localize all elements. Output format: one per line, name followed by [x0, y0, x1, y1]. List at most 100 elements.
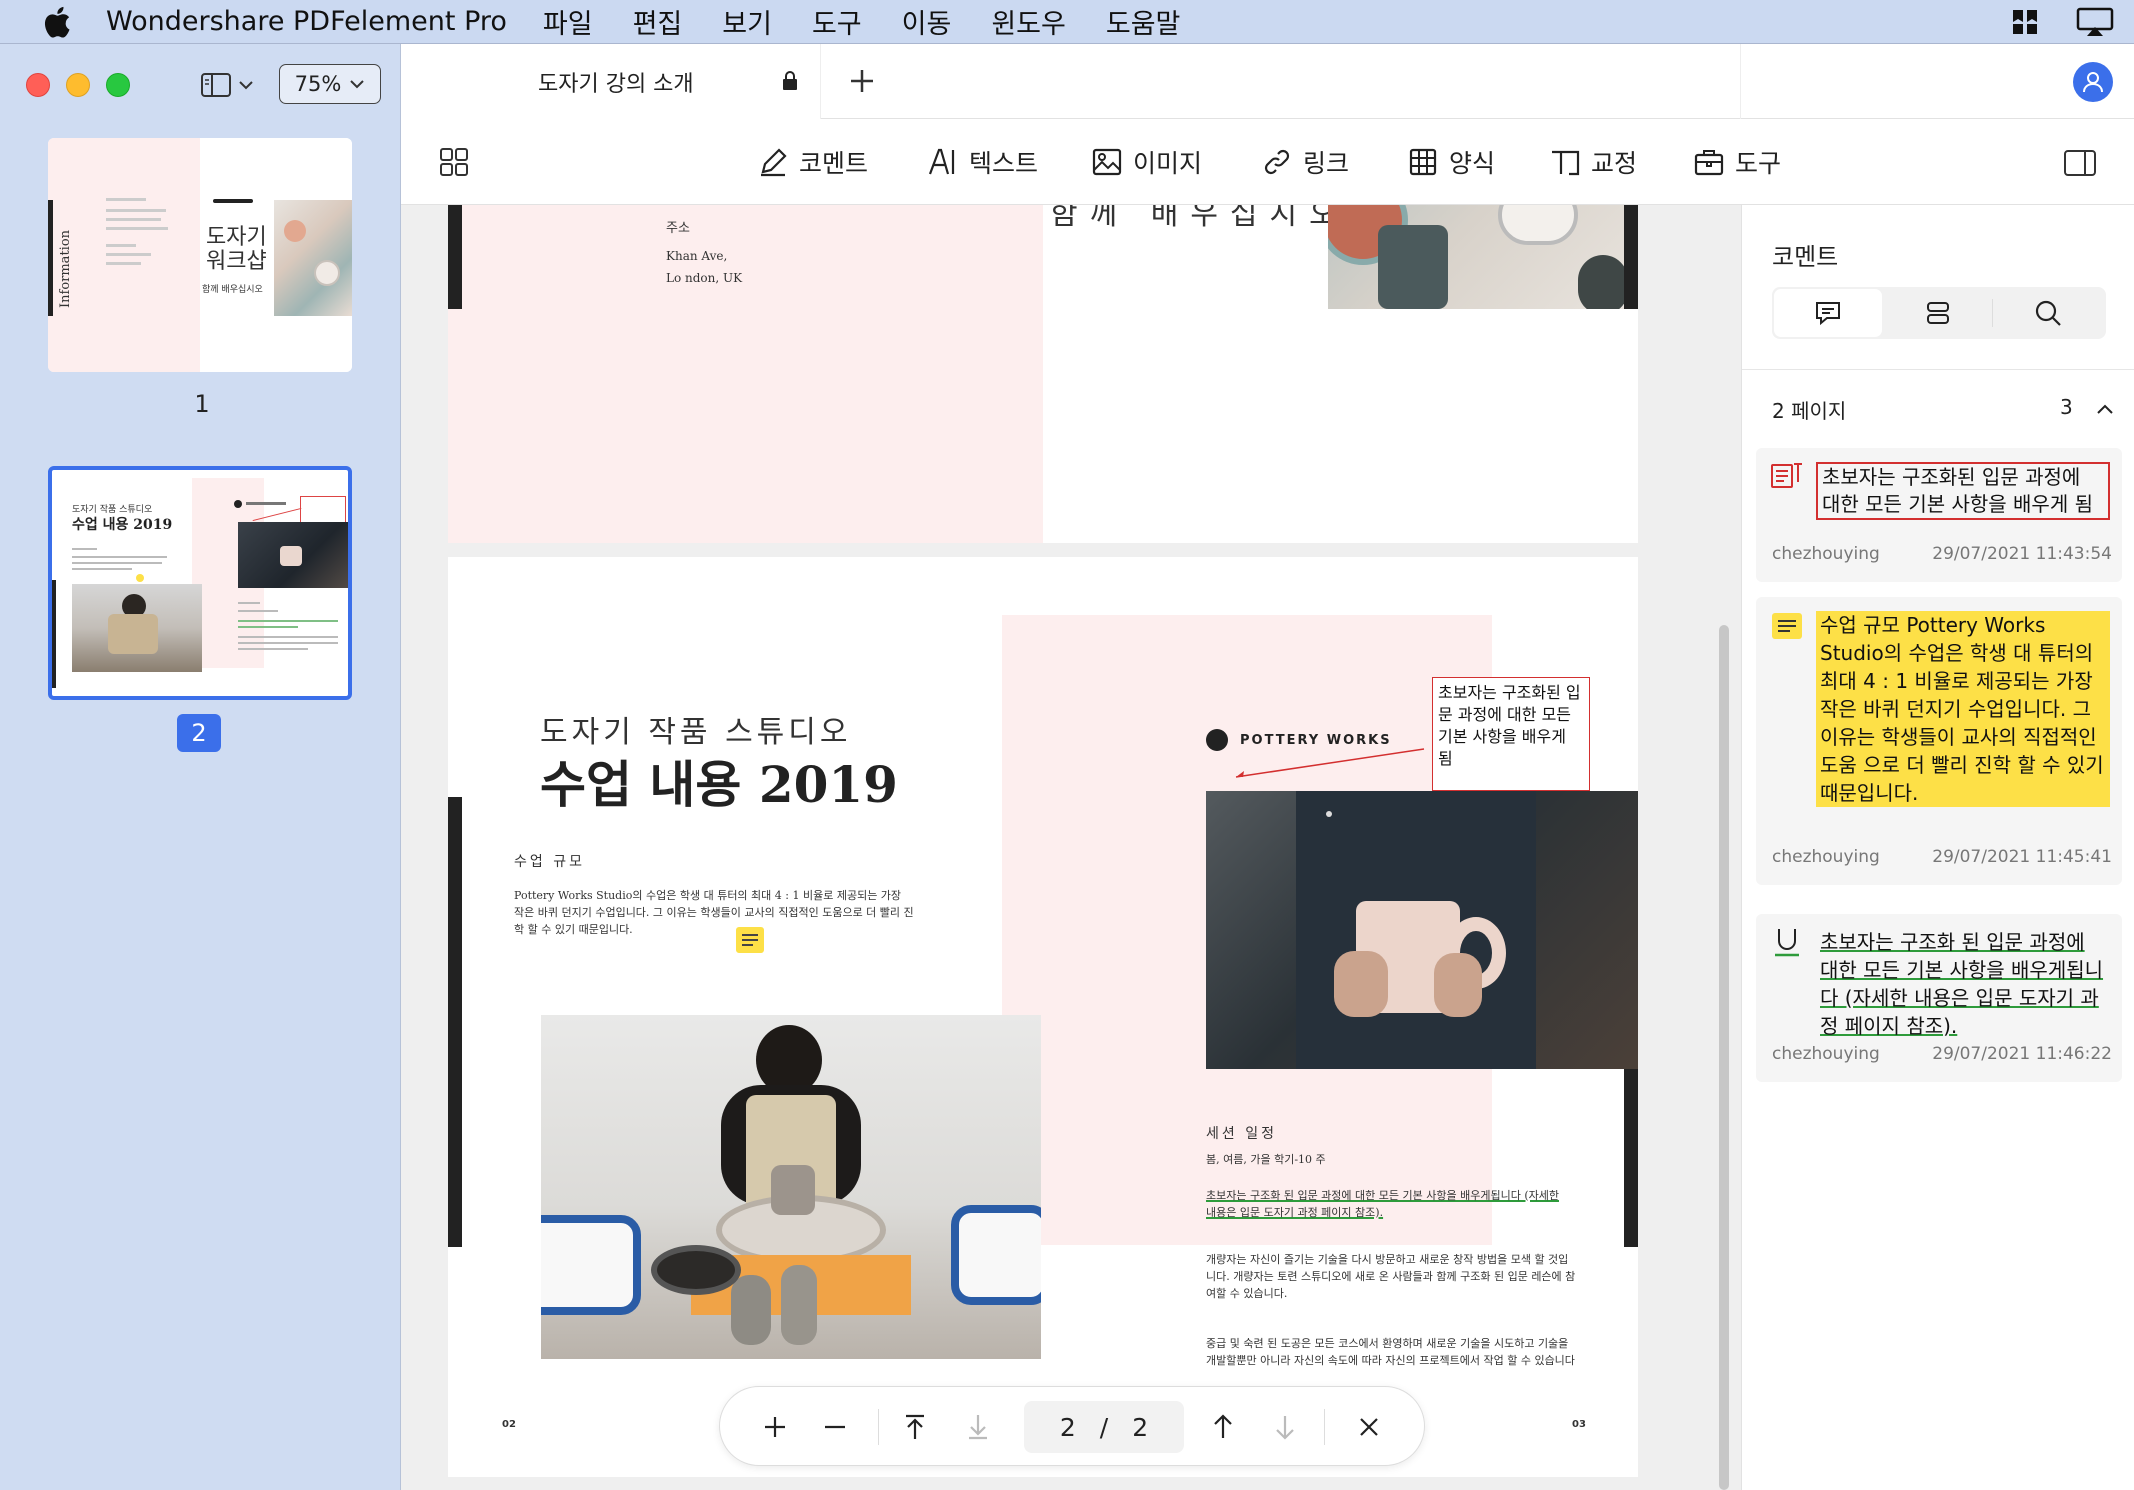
- next-page-button[interactable]: [1260, 1387, 1310, 1467]
- page-group-header[interactable]: 2 페이지 3: [1742, 381, 2134, 433]
- account-avatar[interactable]: [2073, 62, 2113, 102]
- thumb2-photo-left: [72, 584, 202, 672]
- page-indicator[interactable]: 2 / 2: [1024, 1401, 1184, 1453]
- grid-view-icon[interactable]: [439, 147, 469, 177]
- text-edit-icon: [928, 148, 955, 175]
- vertical-scrollbar[interactable]: [1719, 625, 1729, 1490]
- image-icon: [1092, 148, 1122, 176]
- sidebar-toggle-button[interactable]: [200, 68, 262, 102]
- comment-text: 초보자는 구조화된 입문 과정에 대한 모든 기본 사항을 배우게 됨: [1822, 465, 2093, 516]
- menu-help[interactable]: 도움말: [1106, 2, 1181, 41]
- comment-time: 29/07/2021 11:43:54: [1932, 544, 2112, 564]
- last-page-icon: [969, 1415, 987, 1440]
- thumb1-title-line1: 도자기: [206, 225, 267, 250]
- callout-textbox[interactable]: 초보자는 구조화된 입문 과정에 대한 모든 기본 사항을 배우게 됨: [1432, 677, 1590, 791]
- page-thumbnail-1[interactable]: Information 도자기 워크샵 함께 배우십시오: [48, 138, 352, 372]
- address-line-1: Khan Ave,: [666, 249, 728, 263]
- mug-photo: [1206, 791, 1638, 1069]
- comment-author: chezhouying: [1772, 544, 1880, 564]
- zoom-out-button[interactable]: [810, 1387, 860, 1467]
- current-page: 2: [1059, 1412, 1076, 1442]
- tool-text[interactable]: 텍스트: [927, 141, 1038, 183]
- close-pager-button[interactable]: [1344, 1387, 1394, 1467]
- underlined-text[interactable]: 초보자는 구조화 된 입문 과정에 대한 모든 기본 사항을 배우게됩니다 (자…: [1206, 1187, 1566, 1221]
- table-form-icon: [1409, 148, 1437, 176]
- comment-search-tab[interactable]: [1994, 289, 2102, 337]
- apple-icon[interactable]: [36, 4, 76, 40]
- previous-page-button[interactable]: [1198, 1387, 1248, 1467]
- tool-text-label: 텍스트: [969, 149, 1039, 178]
- pdfelement-status-icon[interactable]: [2010, 7, 2040, 37]
- comment-card[interactable]: 수업 규모 Pottery Works Studio의 수업은 학생 대 튜터의…: [1756, 597, 2122, 885]
- comment-card[interactable]: 초보자는 구조화된 입문 과정에 대한 모든 기본 사항을 배우게 됨 chez…: [1756, 448, 2122, 582]
- comment-text: 수업 규모 Pottery Works Studio의 수업은 학생 대 튜터의…: [1820, 613, 2104, 805]
- tool-form[interactable]: 양식: [1407, 141, 1495, 183]
- right-panel-toggle-icon[interactable]: [2063, 149, 2097, 177]
- chevron-up-icon: [2097, 404, 2113, 414]
- app-name[interactable]: Wondershare PDFelement Pro: [106, 6, 507, 37]
- comment-time: 29/07/2021 11:45:41: [1932, 847, 2112, 867]
- zoom-in-button[interactable]: [750, 1387, 800, 1467]
- main-toolbar: 코멘트 텍스트 이미지 링크 양식 교정 도구: [401, 119, 2134, 205]
- paragraph-2: 개량자는 자신이 즐기는 기술을 다시 방문하고 새로운 창작 방법을 모색 할…: [1206, 1253, 1576, 1300]
- comment-list-tab[interactable]: [1774, 289, 1882, 337]
- menu-file[interactable]: 파일: [543, 2, 593, 41]
- tool-tools[interactable]: 도구: [1693, 141, 1781, 183]
- tab-title: 도자기 강의 소개: [538, 72, 694, 97]
- sticky-note-icon[interactable]: [736, 927, 764, 953]
- comment-textbox-content: 초보자는 구조화된 입문 과정에 대한 모든 기본 사항을 배우게 됨: [1816, 462, 2110, 520]
- menu-window[interactable]: 윈도우: [991, 2, 1066, 41]
- comment-text: 초보자는 구조화 된 입문 과정에 대한 모든 기본 사항을 배우게됩니다 (자…: [1820, 930, 2104, 1038]
- close-icon: [1360, 1418, 1378, 1436]
- thumb1-subtitle: 함께 배우십시오: [202, 285, 263, 295]
- tool-redact[interactable]: 교정: [1549, 141, 1637, 183]
- thumbnail-sidebar: 75% Information 도자기 워크샵 함께 배우십시오 1 도자기 작…: [0, 44, 401, 1490]
- pottery-works-logo: [1206, 729, 1228, 751]
- callout-leader-line: [1235, 748, 1425, 778]
- tab-bar: 도자기 강의 소개: [401, 44, 2134, 119]
- airplay-icon[interactable]: [2076, 7, 2114, 37]
- comment-author: chezhouying: [1772, 847, 1880, 867]
- page-number-right: 03: [1572, 1419, 1586, 1430]
- menu-view[interactable]: 보기: [722, 2, 772, 41]
- address-line-2: Lo ndon, UK: [666, 271, 743, 285]
- user-icon: [2083, 72, 2103, 93]
- tool-image[interactable]: 이미지: [1091, 141, 1202, 183]
- document-canvas[interactable]: 주소 Khan Ave, Lo ndon, UK 함께 배우십시오 도자기 작품…: [401, 205, 1741, 1490]
- section1-title: 수업 규모: [514, 854, 585, 870]
- tool-comment[interactable]: 코멘트: [757, 141, 868, 183]
- link-icon: [1264, 149, 1290, 175]
- comment-group-tab[interactable]: [1884, 289, 1992, 337]
- tool-link[interactable]: 링크: [1261, 141, 1349, 183]
- first-page-button[interactable]: [890, 1387, 940, 1467]
- zoom-value: 75%: [294, 72, 342, 96]
- page-navigation-bar: 2 / 2: [719, 1386, 1425, 1466]
- menu-edit[interactable]: 편집: [633, 2, 683, 41]
- paragraph-3: 중급 및 숙련 된 도공은 모든 코스에서 환영하며 새로운 기술을 시도하고 …: [1206, 1337, 1575, 1367]
- menu-go[interactable]: 이동: [902, 2, 952, 41]
- chevron-down-icon: [239, 81, 253, 90]
- menubar: Wondershare PDFelement Pro 파일 편집 보기 도구 이…: [0, 0, 2134, 44]
- tool-form-label: 양식: [1449, 149, 1496, 178]
- pottery-jars-photo: [1328, 205, 1624, 309]
- textbox-comment-icon: [1771, 463, 1802, 488]
- lock-icon: [783, 71, 797, 90]
- sidebar-icon: [201, 73, 231, 97]
- menu-tools[interactable]: 도구: [812, 2, 862, 41]
- close-window-button[interactable]: [26, 73, 50, 97]
- new-tab-plus-icon[interactable]: [849, 68, 875, 94]
- tool-tools-label: 도구: [1735, 149, 1782, 178]
- zoom-select[interactable]: 75%: [279, 64, 381, 104]
- note-comment-icon: [1772, 613, 1802, 639]
- callout-text: 초보자는 구조화된 입문 과정에 대한 모든 기본 사항을 배우게 됨: [1438, 683, 1581, 768]
- page-group-count: 3: [2060, 395, 2073, 419]
- page-thumbnail-2[interactable]: 도자기 작품 스튜디오 수업 내용 2019: [48, 466, 352, 700]
- comment-author: chezhouying: [1772, 1044, 1880, 1064]
- page2-heading-main: 수업 내용 2019: [540, 755, 898, 814]
- comment-card[interactable]: 초보자는 구조화 된 입문 과정에 대한 모든 기본 사항을 배우게됩니다 (자…: [1756, 914, 2122, 1082]
- minimize-window-button[interactable]: [66, 73, 90, 97]
- last-page-button[interactable]: [953, 1387, 1003, 1467]
- document-tab[interactable]: 도자기 강의 소개: [401, 44, 821, 119]
- comment-panel: 코멘트 2 페이지 3 초보자는 구조화된 입문 과정에 대한 모든 기본 사항…: [1741, 205, 2134, 1490]
- zoom-window-button[interactable]: [106, 73, 130, 97]
